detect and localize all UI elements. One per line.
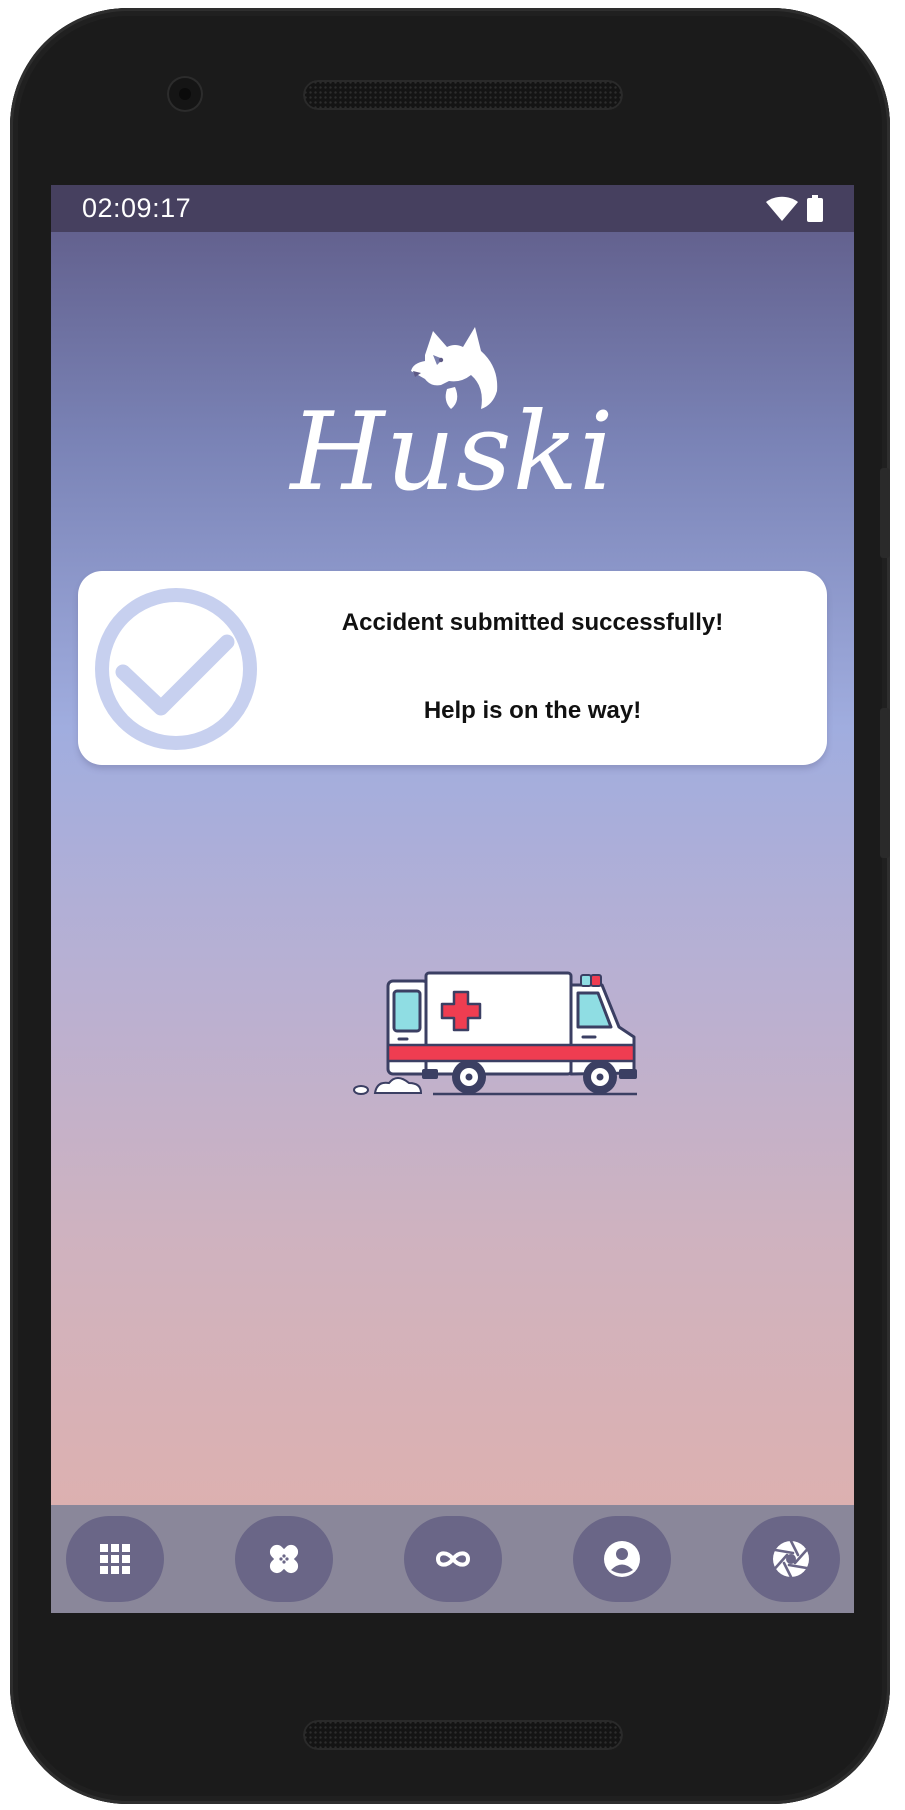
- grid-icon: [100, 1544, 130, 1574]
- status-clock: 02:09:17: [82, 193, 192, 223]
- power-button: [880, 708, 890, 858]
- profile-icon: [604, 1541, 640, 1577]
- nav-camera-button[interactable]: [742, 1516, 840, 1602]
- bottom-speaker: [303, 1720, 623, 1750]
- nav-connect-button[interactable]: [404, 1516, 502, 1602]
- app-name: Huski: [290, 390, 615, 515]
- checkmark-circle-icon: [95, 588, 257, 750]
- battery-icon: [807, 195, 823, 222]
- bandage-icon: [269, 1544, 299, 1574]
- success-message: Accident submitted successfully!: [341, 609, 724, 636]
- bottom-nav-bar: [51, 1505, 854, 1613]
- ambulance-illustration: [353, 971, 637, 1096]
- success-card: Accident submitted successfully! Help is…: [78, 571, 827, 765]
- front-camera: [169, 78, 201, 110]
- nav-first-aid-button[interactable]: [235, 1516, 333, 1602]
- camera-aperture-icon: [773, 1539, 809, 1579]
- help-message: Help is on the way!: [423, 697, 642, 724]
- status-bar: 02:09:17: [51, 185, 854, 232]
- volume-button: [880, 468, 890, 558]
- app-logo: Huski: [51, 325, 854, 530]
- nav-profile-button[interactable]: [573, 1516, 671, 1602]
- wifi-icon: [766, 196, 798, 221]
- nav-menu-button[interactable]: [66, 1516, 164, 1602]
- app-screen: 02:09:17 Huski Accident submitted succes…: [51, 185, 854, 1613]
- earpiece-speaker: [303, 80, 623, 110]
- infinity-icon: [435, 1551, 471, 1567]
